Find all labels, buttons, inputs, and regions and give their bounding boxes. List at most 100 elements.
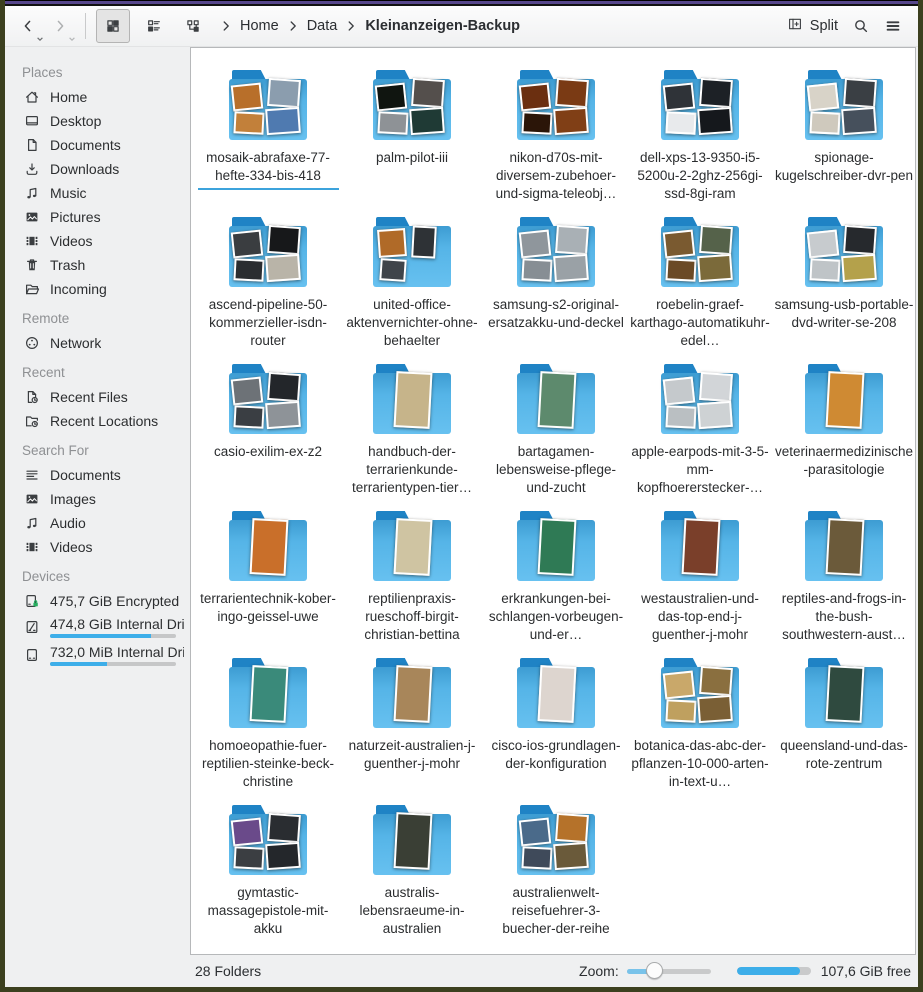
folder-item[interactable]: gymtastic-massagepistole-mit-akku [196, 805, 340, 952]
icons-view-icon [105, 18, 121, 34]
search-button[interactable] [846, 11, 876, 41]
folder-item[interactable]: westaustralien-und-das-top-end-j-guenthe… [628, 511, 772, 658]
breadcrumb-item-data[interactable]: Data [303, 18, 342, 34]
folder-item[interactable]: erkrankungen-bei-schlangen-vorbeugen-und… [484, 511, 628, 658]
folder-item[interactable]: reptiles-and-frogs-in-the-bush-southwest… [772, 511, 916, 658]
thumbnail-preview [394, 518, 433, 576]
folder-icon [227, 805, 309, 877]
folder-icon [371, 364, 453, 436]
sidebar-item-downloads[interactable]: Downloads [5, 157, 190, 181]
breadcrumb-item-home[interactable]: Home [236, 18, 283, 34]
view-mode-tree-button[interactable] [178, 11, 208, 41]
folder-icon [659, 364, 741, 436]
toolbar-separator [85, 13, 86, 39]
folder-item[interactable]: terrarientechnik-kober-ingo-geissel-uwe [196, 511, 340, 658]
thumbnail-preview [697, 254, 733, 282]
thumbnail-preview [843, 225, 877, 255]
folders-count: 28 Folders [195, 963, 261, 979]
sidebar-item-videos[interactable]: Videos [5, 229, 190, 253]
sidebar-item-732-0-mib-internal-dri-[interactable]: 732,0 MiB Internal Dri… [5, 641, 190, 669]
sidebar-item-audio[interactable]: Audio [5, 511, 190, 535]
thumbnail-preview [233, 258, 264, 282]
folder-item[interactable]: cisco-ios-grundlagen-der-konfiguration [484, 658, 628, 805]
sidebar-item-trash[interactable]: Trash [5, 253, 190, 277]
folder-name-label: bartagamen-lebensweise-pflege-und-zucht [486, 443, 627, 497]
thumbnail-preview [519, 230, 552, 259]
sidebar-item-music[interactable]: Music [5, 181, 190, 205]
breadcrumb-item-kleinanzeigen-backup[interactable]: Kleinanzeigen-Backup [361, 18, 524, 34]
back-button[interactable] [13, 11, 43, 41]
sidebar-item-pictures[interactable]: Pictures [5, 205, 190, 229]
sidebar-item-home[interactable]: Home [5, 85, 190, 109]
folder-item[interactable]: spionage-kugelschreiber-dvr-pen [772, 70, 916, 217]
tree-view-icon [185, 18, 201, 34]
chevron-left-icon [20, 18, 36, 34]
thumbnail-preview [233, 405, 264, 429]
folder-item[interactable]: queensland-und-das-rote-zentrum [772, 658, 916, 805]
chevron-right-icon [52, 18, 68, 34]
sidebar-item-recent-files[interactable]: Recent Files [5, 385, 190, 409]
folder-item[interactable]: australienwelt-reisefuehrer-3-buecher-de… [484, 805, 628, 952]
thumbnail-preview [521, 111, 552, 135]
folder-item[interactable]: apple-earpods-mit-3-5-mm-kopfhoerersteck… [628, 364, 772, 511]
folder-item[interactable]: botanica-das-abc-der-pflanzen-10-000-art… [628, 658, 772, 805]
sidebar-item-label: 474,8 GiB Internal Dri… [50, 616, 184, 632]
sidebar-item-475-7-gib-encrypted-[interactable]: 475,7 GiB Encrypted … [5, 589, 190, 613]
sidebar-item-label: 475,7 GiB Encrypted … [50, 593, 184, 609]
folder-item[interactable]: mosaik-abrafaxe-77-hefte-334-bis-418 [196, 70, 340, 217]
folder-name-label: casio-exilim-ex-z2 [198, 443, 339, 461]
folder-item[interactable]: australis-lebensraeume-in-australien [340, 805, 484, 952]
folder-item[interactable]: nikon-d70s-mit-diversem-zubehoer-und-sig… [484, 70, 628, 217]
folder-icon [803, 217, 885, 289]
folder-item[interactable]: samsung-s2-original-ersatzakku-und-decke… [484, 217, 628, 364]
folder-item[interactable]: samsung-usb-portable-dvd-writer-se-208 [772, 217, 916, 364]
folder-item[interactable]: reptilienpraxis-rueschoff-birgit-christi… [340, 511, 484, 658]
crumb-chevron-icon [285, 18, 301, 34]
folder-item[interactable]: dell-xps-13-9350-i5-5200u-2-2ghz-256gi-s… [628, 70, 772, 217]
thumbnail-preview [409, 107, 445, 135]
folder-item[interactable]: bartagamen-lebensweise-pflege-und-zucht [484, 364, 628, 511]
folder-name-label: handbuch-der-terrarienkunde-terrarientyp… [342, 443, 483, 497]
sidebar-item-videos[interactable]: Videos [5, 535, 190, 559]
thumbnail-preview [699, 666, 733, 696]
sidebar-item-label: Documents [50, 137, 121, 153]
thumbnail-preview [663, 230, 696, 259]
thumbnail-preview [826, 371, 865, 429]
sidebar-item-recent-locations[interactable]: Recent Locations [5, 409, 190, 433]
sidebar-item-network[interactable]: Network [5, 331, 190, 355]
folder-item[interactable]: roebelin-graef-karthago-automatikuhr-ede… [628, 217, 772, 364]
folder-name-label: reptiles-and-frogs-in-the-bush-southwest… [774, 590, 915, 644]
folder-name-label: nikon-d70s-mit-diversem-zubehoer-und-sig… [486, 149, 627, 203]
sidebar-item-474-8-gib-internal-dri-[interactable]: 474,8 GiB Internal Dri… [5, 613, 190, 641]
zoom-slider-handle[interactable] [646, 962, 663, 979]
folder-item[interactable]: ascend-pipeline-50-kommerzieller-isdn-ro… [196, 217, 340, 364]
thumbnail-preview [231, 377, 264, 406]
folder-item[interactable]: handbuch-der-terrarienkunde-terrarientyp… [340, 364, 484, 511]
zoom-slider[interactable] [627, 963, 711, 979]
folder-item[interactable]: veterinaermedizinische-parasitologie [772, 364, 916, 511]
thumbnail-preview [699, 225, 733, 255]
folder-item[interactable]: united-office-aktenvernichter-ohne-behae… [340, 217, 484, 364]
folder-item[interactable]: casio-exilim-ex-z2 [196, 364, 340, 511]
sidebar-item-incoming[interactable]: Incoming [5, 277, 190, 301]
split-button[interactable]: Split [781, 12, 844, 40]
folder-item[interactable]: palm-pilot-iii [340, 70, 484, 217]
sidebar-item-desktop[interactable]: Desktop [5, 109, 190, 133]
sidebar-item-documents[interactable]: Documents [5, 133, 190, 157]
forward-button[interactable] [45, 11, 75, 41]
thumbnail-preview [663, 671, 696, 700]
folder-item[interactable]: naturzeit-australien-j-guenther-j-mohr [340, 658, 484, 805]
folder-item[interactable]: homoeopathie-fuer-reptilien-steinke-beck… [196, 658, 340, 805]
folder-icon [515, 805, 597, 877]
thumbnail-preview [697, 107, 733, 135]
sidebar-item-documents[interactable]: Documents [5, 463, 190, 487]
menu-button[interactable] [878, 11, 908, 41]
folder-grid: mosaik-abrafaxe-77-hefte-334-bis-418palm… [191, 48, 915, 952]
view-mode-icons-button[interactable] [96, 9, 130, 43]
thumbnail-preview [807, 83, 840, 112]
sidebar-item-images[interactable]: Images [5, 487, 190, 511]
breadcrumb-label: Data [307, 18, 338, 34]
folder-icon [227, 658, 309, 730]
view-mode-details-button[interactable] [139, 11, 169, 41]
film-icon [24, 233, 40, 249]
